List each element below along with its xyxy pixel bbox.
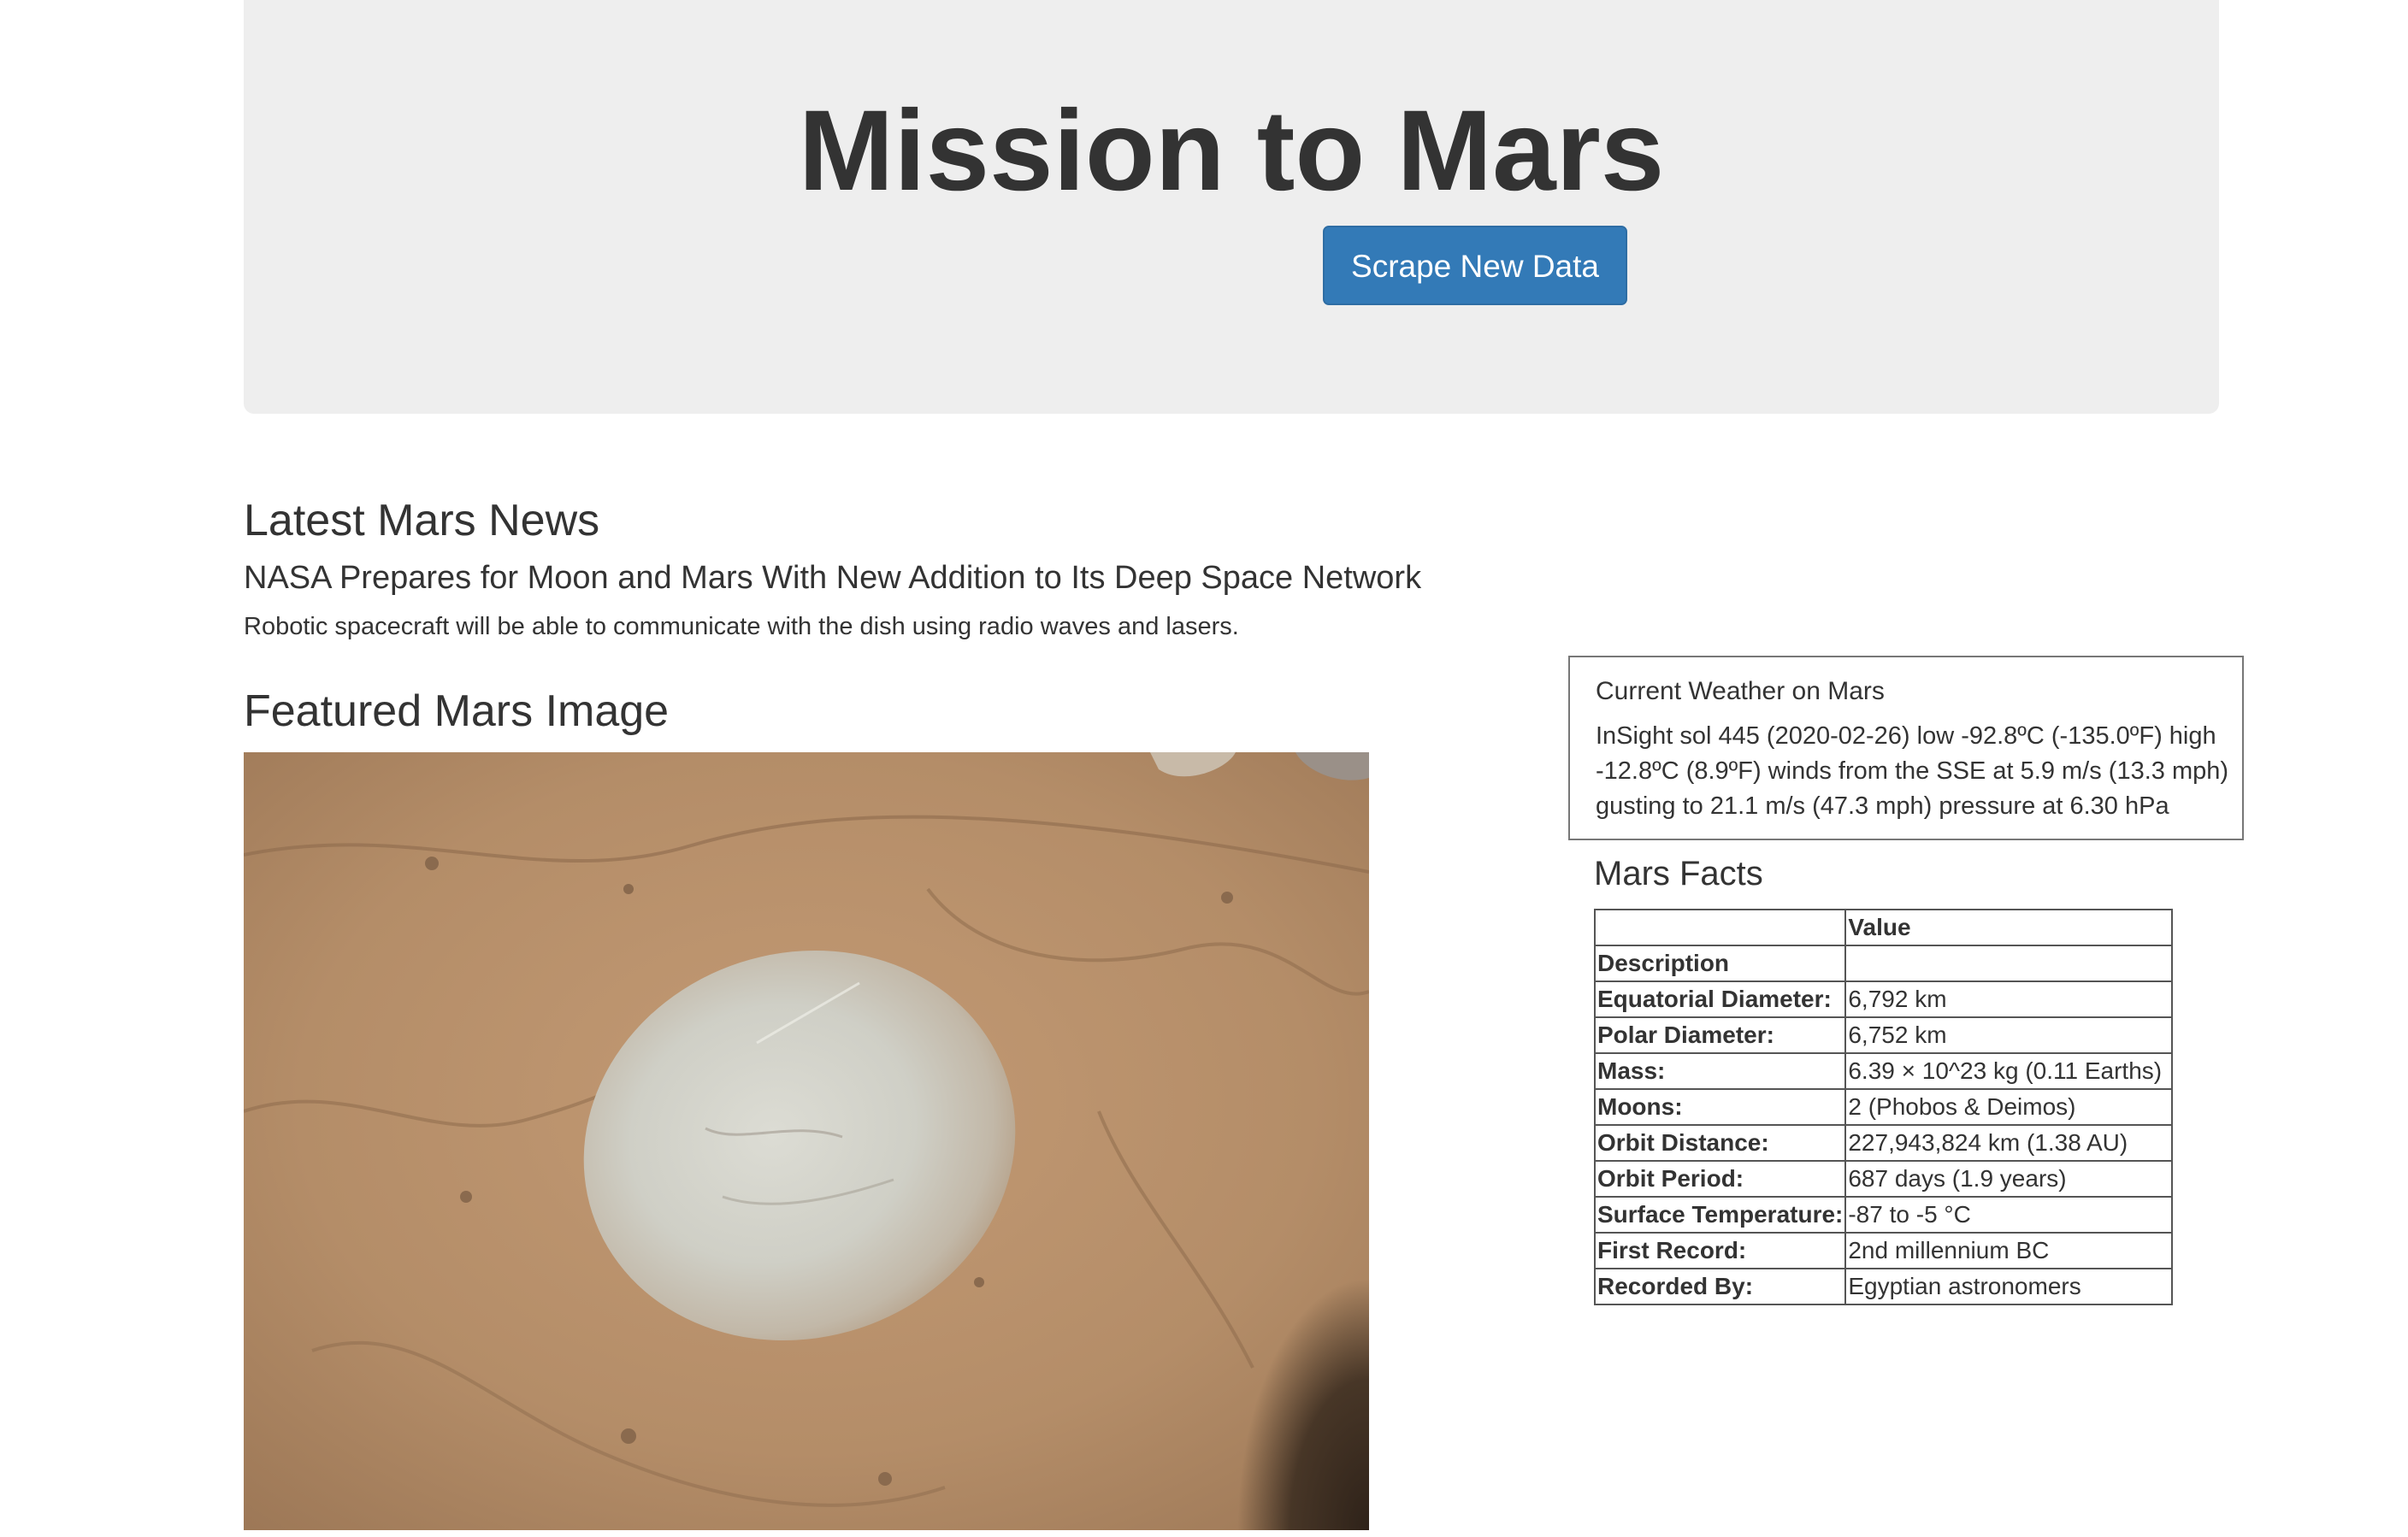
facts-header-empty [1593, 909, 1847, 946]
weather-text: InSight sol 445 (2020-02-26) low -92.8ºC… [1596, 722, 2229, 820]
facts-index-empty [1844, 945, 2174, 982]
fact-value: 227,943,824 km (1.38 AU) [1844, 1124, 2174, 1162]
table-row: Surface Temperature: -87 to -5 °C [1593, 1196, 2174, 1234]
fact-key: Recorded By: [1593, 1268, 1847, 1305]
featured-mars-image [244, 752, 1369, 1530]
table-row: Polar Diameter: 6,752 km [1593, 1016, 2174, 1054]
fact-value: 6.39 × 10^23 kg (0.11 Earths) [1844, 1052, 2174, 1090]
mars-facts-heading: Mars Facts [1594, 855, 1763, 892]
table-row: Mass: 6.39 × 10^23 kg (0.11 Earths) [1593, 1052, 2174, 1090]
fact-key: First Record: [1593, 1232, 1847, 1269]
fact-key: Surface Temperature: [1593, 1196, 1847, 1234]
table-row: Moons: 2 (Phobos & Deimos) [1593, 1088, 2174, 1126]
facts-value-header: Value [1844, 909, 2174, 946]
fact-key: Moons: [1593, 1088, 1847, 1126]
fact-key: Polar Diameter: [1593, 1016, 1847, 1054]
fact-value: 6,792 km [1844, 980, 2174, 1018]
facts-index-row: Description [1593, 945, 2174, 982]
scrape-new-data-button[interactable]: Scrape New Data [1323, 226, 1627, 305]
fact-key: Orbit Distance: [1593, 1124, 1847, 1162]
fact-key: Mass: [1593, 1052, 1847, 1090]
weather-panel: Current Weather on Mars InSight sol 445 … [1568, 656, 2244, 840]
weather-title: Current Weather on Mars [1596, 677, 1885, 705]
fact-value: -87 to -5 °C [1844, 1196, 2174, 1234]
page-title: Mission to Mars [798, 87, 1665, 215]
latest-news-heading: Latest Mars News [244, 496, 600, 545]
facts-description-header: Description [1593, 945, 1847, 982]
news-title: NASA Prepares for Moon and Mars With New… [244, 560, 1422, 596]
table-row: Orbit Distance: 227,943,824 km (1.38 AU) [1593, 1124, 2174, 1162]
jumbotron-header: Mission to Mars Scrape New Data [244, 0, 2219, 414]
fact-key: Equatorial Diameter: [1593, 980, 1847, 1018]
fact-key: Orbit Period: [1593, 1160, 1847, 1198]
fact-value: 2 (Phobos & Deimos) [1844, 1088, 2174, 1126]
fact-value: 687 days (1.9 years) [1844, 1160, 2174, 1198]
fact-value: 2nd millennium BC [1844, 1232, 2174, 1269]
fact-value: Egyptian astronomers [1844, 1268, 2174, 1305]
news-teaser: Robotic spacecraft will be able to commu… [244, 613, 1239, 640]
table-row: First Record: 2nd millennium BC [1593, 1232, 2174, 1269]
facts-header-row: Value [1593, 909, 2174, 946]
featured-image-heading: Featured Mars Image [244, 686, 670, 736]
table-row: Equatorial Diameter: 6,792 km [1593, 980, 2174, 1018]
mars-facts-table: Value Description Equatorial Diameter: 6… [1593, 909, 2174, 1305]
table-row: Orbit Period: 687 days (1.9 years) [1593, 1160, 2174, 1198]
mars-surface-image [244, 752, 1369, 1530]
fact-value: 6,752 km [1844, 1016, 2174, 1054]
table-row: Recorded By: Egyptian astronomers [1593, 1268, 2174, 1305]
